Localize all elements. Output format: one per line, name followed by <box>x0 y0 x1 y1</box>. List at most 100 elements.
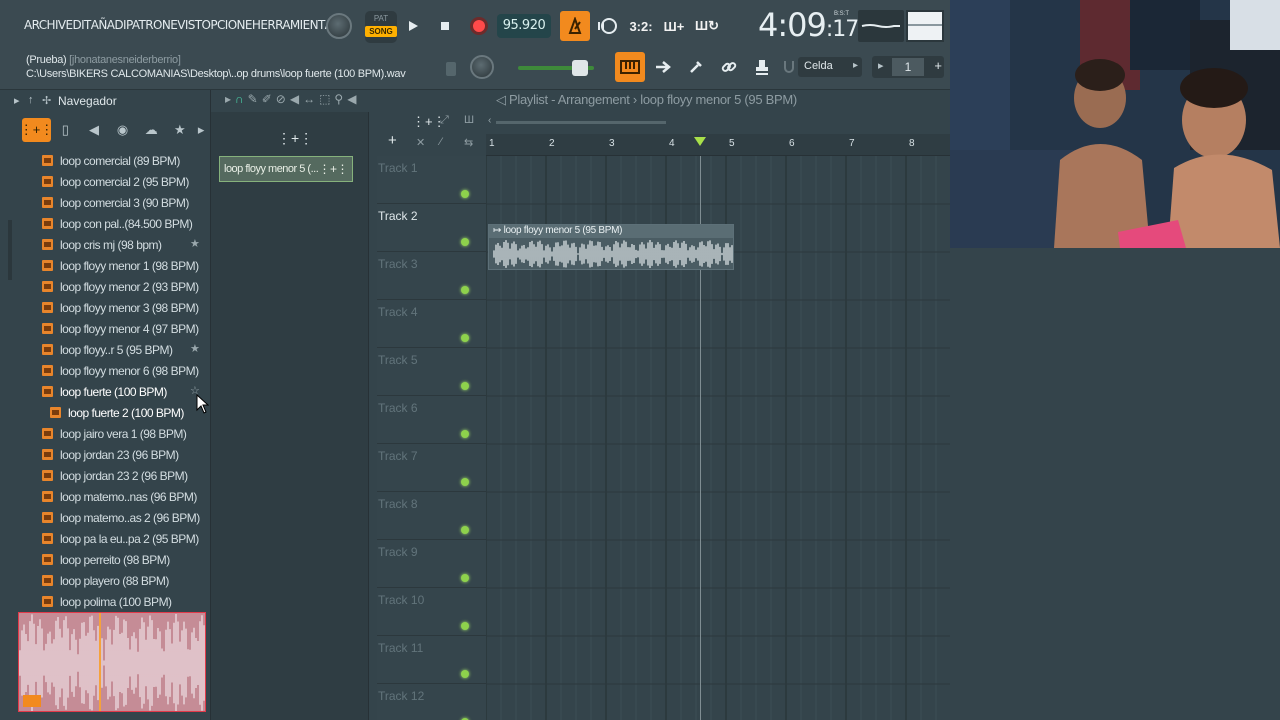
file-item[interactable]: loop comercial 2 (95 BPM) <box>30 171 210 192</box>
arrangement-grid[interactable]: ‹ 1 2 3 4 5 6 7 8 ↦ loop floyy menor 5 (95 BPM) <box>486 112 950 720</box>
tab-all-icon[interactable]: ⋮+⋮ <box>20 118 53 142</box>
track-header[interactable]: Track 6 <box>377 396 486 444</box>
track-active-led[interactable] <box>461 430 469 438</box>
track-active-led[interactable] <box>461 670 469 678</box>
file-item[interactable]: loop floyy..r 5 (95 BPM) ★ <box>30 339 210 360</box>
menu-item-add[interactable]: AÑADI <box>91 14 127 38</box>
metronome-button[interactable] <box>560 11 590 41</box>
horizontal-scroll[interactable]: ‹ <box>486 112 950 134</box>
file-item[interactable]: loop polima (100 BPM) <box>30 591 210 612</box>
track-active-led[interactable] <box>461 190 469 198</box>
file-item[interactable]: loop perreito (98 BPM) <box>30 549 210 570</box>
slash-tool-icon[interactable]: ⁄ <box>440 136 442 148</box>
menu-item-patterns[interactable]: PATRON <box>126 14 171 38</box>
file-item[interactable]: loop jordan 23 (96 BPM) <box>30 444 210 465</box>
grid-tool-icon[interactable]: Ш <box>464 114 474 126</box>
file-item[interactable]: loop playero (88 BPM) <box>30 570 210 591</box>
plugin-picker-button[interactable] <box>681 52 711 82</box>
playback-tool-icon[interactable]: ◀ <box>347 92 356 106</box>
track-active-led[interactable] <box>461 334 469 342</box>
file-item[interactable]: loop pa la eu..pa 2 (95 BPM) <box>30 528 210 549</box>
snap-selector[interactable]: Celda <box>798 57 862 77</box>
track-header[interactable]: Track 11 <box>377 636 486 684</box>
tab-speaker-icon[interactable]: ◀ <box>80 118 109 142</box>
select-tool-icon[interactable]: ⬚ <box>319 92 330 106</box>
zoom-tool-icon[interactable]: ⚲ <box>334 92 343 106</box>
file-item[interactable]: loop con pal..(84.500 BPM) <box>30 213 210 234</box>
menu-item-tools[interactable]: HERRAMIENT <box>252 14 325 38</box>
file-item[interactable]: loop comercial (89 BPM) <box>30 150 210 171</box>
add-track-icon[interactable]: + <box>388 132 397 149</box>
picker-clip-item[interactable]: loop floyy menor 5 (... ⋮+⋮ <box>219 156 353 182</box>
mute-tool-icon[interactable]: ◀ <box>290 92 299 106</box>
step-edit-button[interactable]: Ш+ <box>659 11 689 41</box>
delete-tool-icon[interactable]: ⊘ <box>276 92 286 106</box>
slip-tool-icon[interactable]: ↔ <box>303 92 315 106</box>
menu-item-file[interactable]: ARCHIV <box>24 14 66 38</box>
playlist-menu-icon[interactable]: ▸ <box>225 92 231 106</box>
track-header[interactable]: Track 7 <box>377 444 486 492</box>
browser-pin-icon[interactable]: ✢ <box>42 94 51 107</box>
track-header[interactable]: Track 3 <box>377 252 486 300</box>
favorite-star-icon[interactable]: ★ <box>190 237 200 250</box>
file-item[interactable]: loop comercial 3 (90 BPM) <box>30 192 210 213</box>
file-item[interactable]: loop cris mj (98 bpm) ★ <box>30 234 210 255</box>
track-active-led[interactable] <box>461 286 469 294</box>
tab-plugin-icon[interactable]: ◉ <box>108 118 137 142</box>
record-button[interactable] <box>466 13 492 39</box>
piano-roll-button[interactable] <box>615 52 645 82</box>
tab-cloud-icon[interactable]: ☁ <box>137 118 166 142</box>
browser-menu-arrow-icon[interactable]: ▸ <box>14 94 20 107</box>
pitch-knob[interactable] <box>326 13 352 39</box>
track-active-led[interactable] <box>461 238 469 246</box>
play-button[interactable] <box>400 13 426 39</box>
file-item[interactable]: loop floyy menor 3 (98 BPM) <box>30 297 210 318</box>
scroll-left-icon[interactable]: ‹ <box>488 115 491 126</box>
link-button[interactable] <box>714 52 744 82</box>
file-item[interactable]: loop floyy menor 2 (93 BPM) <box>30 276 210 297</box>
wait-record-button[interactable] <box>593 11 623 41</box>
add-pattern-icon[interactable]: + <box>934 58 942 73</box>
arrow-button[interactable] <box>648 52 678 82</box>
snap-magnet-tool-icon[interactable]: ∩ <box>235 92 244 106</box>
file-item[interactable]: loop jairo vera 1 (98 BPM) <box>30 423 210 444</box>
track-active-led[interactable] <box>461 526 469 534</box>
file-item[interactable]: loop matemo..nas (96 BPM) <box>30 486 210 507</box>
master-volume-knob[interactable] <box>470 55 494 79</box>
audio-clip[interactable]: ↦ loop floyy menor 5 (95 BPM) <box>488 224 734 270</box>
track-active-led[interactable] <box>461 478 469 486</box>
track-active-led[interactable] <box>461 382 469 390</box>
timeline-ruler[interactable]: 1 2 3 4 5 6 7 8 <box>486 134 950 156</box>
playlist-back-icon[interactable]: ◁ <box>496 92 509 107</box>
ghost-tool-icon[interactable]: ⤢ <box>440 114 449 127</box>
file-item[interactable]: loop floyy menor 4 (97 BPM) <box>30 318 210 339</box>
track-header[interactable]: Track 4 <box>377 300 486 348</box>
tab-files-icon[interactable]: ▯ <box>51 118 80 142</box>
track-header[interactable]: Track 10 <box>377 588 486 636</box>
swap-tool-icon[interactable]: ⇆ <box>464 136 473 149</box>
song-position-marker[interactable] <box>694 137 706 146</box>
pat-song-toggle[interactable]: PAT SONG <box>365 11 397 43</box>
pattern-selector[interactable]: ▸ 1 + <box>872 56 944 78</box>
file-item[interactable]: loop jordan 23 2 (96 BPM) <box>30 465 210 486</box>
sample-preview[interactable] <box>18 612 206 712</box>
browser-scrollbar[interactable] <box>8 220 12 280</box>
stamp-button[interactable] <box>747 52 777 82</box>
file-item[interactable]: loop floyy menor 6 (98 BPM) <box>30 360 210 381</box>
scroll-thumb[interactable] <box>496 121 666 124</box>
menu-item-edit[interactable]: EDIT <box>66 14 92 38</box>
tab-more-icon[interactable]: ▸ <box>194 118 208 142</box>
master-pitch-slider[interactable] <box>518 60 594 76</box>
countdown-button[interactable]: 3:2: <box>626 11 656 41</box>
loop-record-button[interactable]: Ш↻ <box>692 11 722 41</box>
track-header[interactable]: Track 2 <box>377 204 486 252</box>
menu-item-options[interactable]: OPCIONE <box>202 14 253 38</box>
track-active-led[interactable] <box>461 574 469 582</box>
tab-favorites-icon[interactable]: ★ <box>166 118 195 142</box>
track-header[interactable]: Track 1 <box>377 156 486 204</box>
close-x-icon[interactable]: ✕ <box>416 136 425 149</box>
file-item[interactable]: loop matemo..as 2 (96 BPM) <box>30 507 210 528</box>
track-header[interactable]: Track 5 <box>377 348 486 396</box>
file-item[interactable]: loop fuerte 2 (100 BPM) <box>30 402 210 423</box>
favorite-star-icon[interactable]: ★ <box>190 342 200 355</box>
